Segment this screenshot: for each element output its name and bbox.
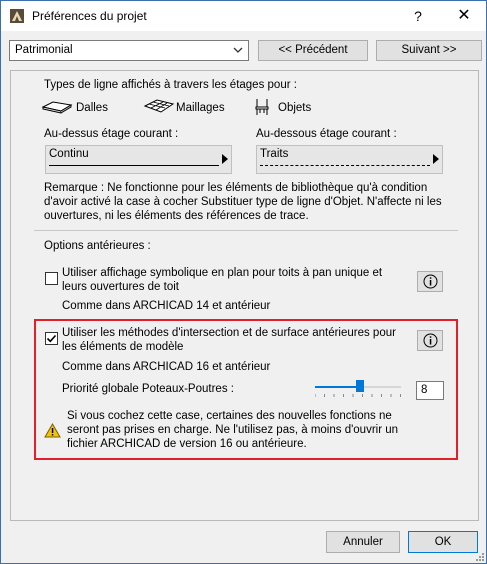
object-chair-icon [255,99,269,115]
priority-slider-ticks [315,394,401,397]
ok-button[interactable]: OK [408,531,478,553]
slab-icon [41,101,73,114]
priority-slider-thumb[interactable] [356,380,364,392]
triangle-right-icon [222,154,228,164]
line-types-heading: Types de ligne affichés à travers les ét… [44,79,297,91]
below-story-line-type-field[interactable]: Traits [256,145,443,174]
cancel-button[interactable]: Annuler [326,531,400,553]
symbolic-roof-note: Comme dans ARCHICAD 14 et antérieur [62,300,271,312]
section-divider [34,230,458,231]
title-bar: Préférences du projet ? ✕ [1,1,486,31]
slab-label: Dalles [76,102,108,114]
info-button-legacy-intersection[interactable] [417,330,443,351]
checkmark-icon [46,334,57,343]
legacy-intersection-note: Comme dans ARCHICAD 16 et antérieur [62,361,271,373]
resize-grip-icon[interactable] [474,551,484,561]
preferences-dialog: Préférences du projet ? ✕ Patrimonial <<… [0,0,487,564]
symbolic-roof-label: Utiliser affichage symbolique en plan po… [62,267,383,293]
mesh-label: Maillages [176,102,225,114]
category-select-value: Patrimonial [15,44,73,56]
above-story-line-type-field[interactable]: Continu [45,145,232,174]
priority-slider-fill [315,386,359,388]
close-button[interactable]: ✕ [449,5,479,27]
column-beam-priority-label: Priorité globale Poteaux-Poutres : [62,383,234,395]
info-icon [423,274,438,289]
dashed-line-preview [260,165,430,166]
below-line-type-value: Traits [260,148,289,160]
help-button[interactable]: ? [403,5,433,27]
warning-icon [44,423,61,438]
triangle-right-icon [433,154,439,164]
preferences-category-select[interactable]: Patrimonial [9,40,249,61]
previous-button[interactable]: << Précédent [258,40,368,61]
window-title: Préférences du projet [32,9,147,23]
line-types-remark: Remarque : Ne fonctionne pour les élémen… [44,182,442,222]
legacy-intersection-checkbox[interactable] [45,332,58,345]
below-story-label: Au-dessous étage courant : [256,128,397,140]
object-label: Objets [278,102,312,114]
solid-line-preview [49,165,219,166]
above-story-label: Au-dessus étage courant : [44,128,179,140]
next-button[interactable]: Suivant >> [376,40,482,61]
legacy-intersection-label: Utiliser les méthodes d'intersection et … [62,327,396,353]
legacy-warning-text: Si vous cochez cette case, certaines des… [67,410,399,450]
info-icon [423,333,438,348]
archicad-app-icon [10,9,24,23]
mesh-icon [143,99,175,113]
legacy-options-heading: Options antérieures : [44,240,151,252]
info-button-symbolic-roof[interactable] [417,271,443,292]
symbolic-roof-checkbox[interactable] [45,272,58,285]
chevron-down-icon [233,47,243,53]
above-line-type-value: Continu [49,148,89,160]
priority-value-input[interactable]: 8 [416,381,444,400]
